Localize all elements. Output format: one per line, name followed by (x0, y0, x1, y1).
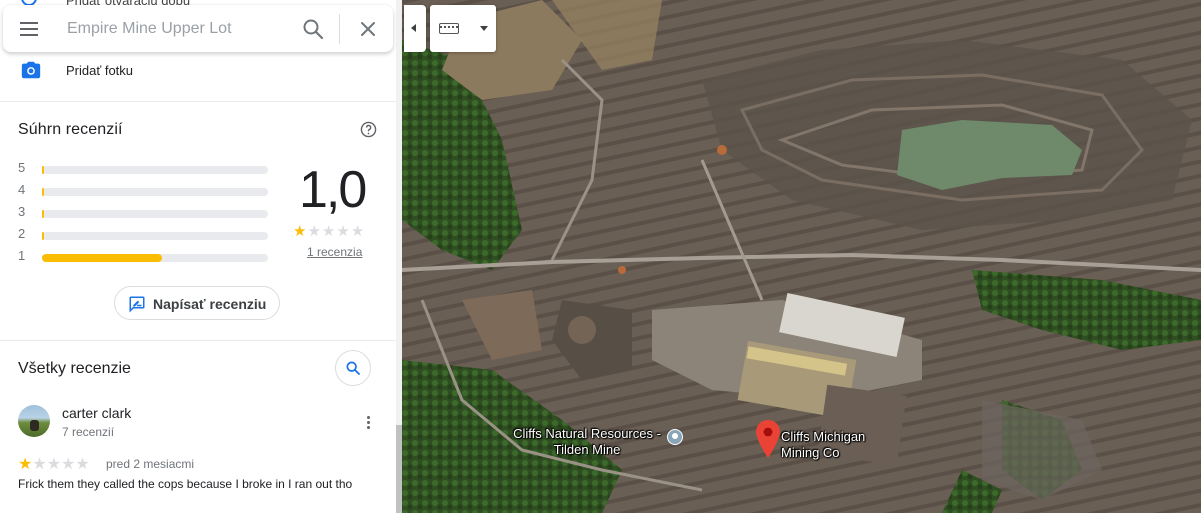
side-panel: Pridať otváraciu dobu Pridať fotku Súhrn… (0, 0, 396, 513)
rating-bar-fill (42, 254, 162, 262)
rating-row-4[interactable]: 4 (18, 182, 278, 197)
chevron-left-icon (411, 24, 416, 32)
all-reviews-title: Všetky recenzie (18, 360, 131, 377)
close-icon[interactable] (356, 17, 380, 41)
star-empty-icon: ★ (61, 456, 76, 473)
input-tools (430, 5, 496, 52)
help-icon[interactable] (360, 121, 377, 138)
review-count-link[interactable]: 1 recenzia (307, 245, 362, 259)
star-empty-icon: ★ (321, 223, 337, 240)
map-pin-icon[interactable] (756, 420, 780, 458)
review-summary-title: Súhrn recenzií (18, 121, 123, 138)
camera-icon (21, 61, 41, 79)
rating-bar-fill (42, 232, 44, 240)
review-text: Frick them they called the cops because … (18, 477, 353, 491)
rating-row-label: 2 (18, 226, 26, 241)
rating-row-1[interactable]: 1 (18, 248, 278, 263)
rating-bar-fill (42, 166, 44, 174)
divider (0, 101, 396, 102)
star-empty-icon: ★ (32, 456, 47, 473)
star-empty-icon: ★ (307, 223, 322, 240)
star-empty-icon: ★ (336, 223, 351, 240)
star-filled-icon: ★ (18, 456, 33, 473)
keyboard-button[interactable] (430, 5, 470, 52)
rating-row-label: 5 (18, 160, 26, 175)
menu-button[interactable] (17, 18, 41, 40)
reviewer-review-count: 7 recenzií (62, 425, 115, 439)
search-icon (346, 361, 360, 375)
search-reviews-button[interactable] (335, 350, 371, 386)
rating-row-label: 4 (18, 182, 26, 197)
keyboard-icon (439, 23, 459, 34)
rating-bar-track (42, 232, 268, 240)
rate-review-icon (129, 296, 145, 313)
chevron-down-icon (480, 26, 488, 31)
rating-bar-track (42, 210, 268, 218)
rating-row-2[interactable]: 2 (18, 226, 278, 241)
map-label-tilden-mine[interactable]: Cliffs Natural Resources - Tilden Mine (507, 426, 667, 458)
rating-bar-fill (42, 210, 44, 218)
review-date: pred 2 mesiacmi (106, 457, 195, 471)
star-filled-icon: ★ (293, 223, 308, 240)
rating-row-3[interactable]: 3 (18, 204, 278, 219)
write-review-button[interactable]: Napísať recenziu (114, 286, 280, 320)
review-stars: ★★★★★ (18, 454, 90, 474)
satellite-map[interactable]: Cliffs Natural Resources - Tilden Mine C… (402, 0, 1201, 513)
search-icon[interactable] (301, 17, 325, 41)
more-options-button[interactable] (360, 414, 378, 432)
divider (339, 14, 340, 44)
rating-row-label: 1 (18, 248, 26, 263)
divider (0, 340, 396, 341)
star-empty-icon: ★ (350, 223, 366, 240)
reviewer-name[interactable]: carter clark (62, 405, 131, 421)
add-photo-label: Pridať fotku (66, 63, 134, 78)
avatar[interactable] (18, 405, 50, 437)
input-tools-dropdown[interactable] (472, 5, 496, 52)
place-marker-icon[interactable] (667, 429, 683, 445)
rating-bar-track (42, 188, 268, 196)
average-rating: 1,0 (299, 161, 367, 219)
star-empty-icon: ★ (46, 456, 62, 473)
search-box (3, 5, 393, 52)
collapse-panel-button[interactable] (404, 5, 426, 52)
rating-bar-track (42, 166, 268, 174)
rating-bar-track (42, 254, 268, 262)
rating-bar-fill (42, 188, 44, 196)
rating-row-label: 3 (18, 204, 26, 219)
search-input[interactable] (65, 15, 289, 43)
map-label-cliffs-michigan[interactable]: Cliffs Michigan Mining Co (781, 429, 881, 461)
rating-row-5[interactable]: 5 (18, 160, 278, 175)
add-photo-button[interactable]: Pridať fotku (0, 55, 396, 85)
average-stars: ★★★★★ (293, 222, 365, 240)
star-empty-icon: ★ (75, 456, 90, 473)
write-review-label: Napísať recenziu (153, 296, 267, 312)
